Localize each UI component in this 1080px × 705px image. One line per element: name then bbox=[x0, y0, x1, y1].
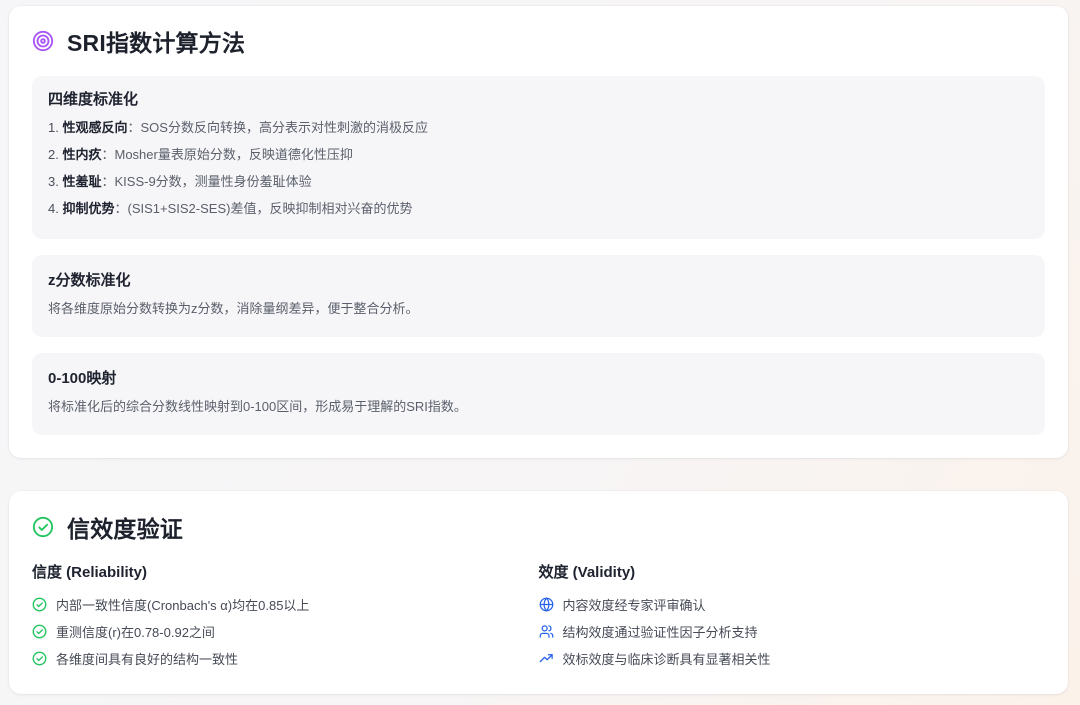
dimension-separator: ： bbox=[101, 174, 115, 189]
dimension-number: 2. bbox=[48, 147, 59, 162]
dimension-separator: ： bbox=[127, 120, 141, 135]
dimension-number: 3. bbox=[48, 174, 59, 189]
check-circle-icon bbox=[32, 597, 47, 612]
dimension-item: 3. 性羞耻：KISS-9分数，测量性身份羞耻体验 bbox=[48, 173, 1029, 191]
validation-card: 信效度验证 信度 (Reliability) 内部一致性信度(Cronbach'… bbox=[9, 491, 1068, 694]
reliability-item-text: 各维度间具有良好的结构一致性 bbox=[56, 651, 239, 667]
mapping-block: 0-100映射 将标准化后的综合分数线性映射到0-100区间，形成易于理解的SR… bbox=[32, 353, 1045, 435]
validity-item: 结构效度通过验证性因子分析支持 bbox=[539, 622, 1046, 640]
mapping-title: 0-100映射 bbox=[48, 370, 117, 387]
dimension-number: 1. bbox=[48, 120, 59, 135]
dimension-list: 1. 性观感反向：SOS分数反向转换，高分表示对性刺激的消极反应 2. 性内疚：… bbox=[48, 119, 1029, 218]
trending-up-icon bbox=[539, 651, 554, 666]
target-icon bbox=[32, 30, 54, 52]
reliability-item: 内部一致性信度(Cronbach's α)均在0.85以上 bbox=[32, 595, 539, 613]
dimension-name: 性观感反向 bbox=[62, 120, 128, 135]
validity-item: 内容效度经专家评审确认 bbox=[539, 595, 1046, 613]
dimension-description: SOS分数反向转换，高分表示对性刺激的消极反应 bbox=[140, 120, 428, 135]
check-circle-icon bbox=[32, 651, 47, 666]
zscore-title: z分数标准化 bbox=[48, 272, 131, 289]
check-circle-icon bbox=[32, 624, 47, 639]
zscore-block: z分数标准化 将各维度原始分数转换为z分数，消除量纲差异，便于整合分析。 bbox=[32, 255, 1045, 337]
sri-method-header: SRI指数计算方法 bbox=[32, 6, 1045, 76]
dimension-standardization-block: 四维度标准化 1. 性观感反向：SOS分数反向转换，高分表示对性刺激的消极反应 … bbox=[32, 76, 1045, 239]
validation-columns: 信度 (Reliability) 内部一致性信度(Cronbach's α)均在… bbox=[32, 563, 1045, 676]
reliability-title: 信度 (Reliability) bbox=[32, 564, 148, 581]
validity-item: 效标效度与临床诊断具有显著相关性 bbox=[539, 649, 1046, 667]
dimension-name: 抑制优势 bbox=[62, 201, 115, 216]
reliability-list: 内部一致性信度(Cronbach's α)均在0.85以上 重测信度(r)在0.… bbox=[32, 595, 539, 667]
sri-method-card: SRI指数计算方法 四维度标准化 1. 性观感反向：SOS分数反向转换，高分表示… bbox=[9, 6, 1068, 458]
reliability-item: 重测信度(r)在0.78-0.92之间 bbox=[32, 622, 539, 640]
validity-item-text: 结构效度通过验证性因子分析支持 bbox=[562, 624, 758, 640]
dimension-description: (SIS1+SIS2-SES)差值，反映抑制相对兴奋的优势 bbox=[127, 201, 413, 216]
mapping-text: 将标准化后的综合分数线性映射到0-100区间，形成易于理解的SRI指数。 bbox=[48, 399, 467, 414]
validity-item-text: 效标效度与临床诊断具有显著相关性 bbox=[562, 651, 771, 667]
validity-list: 内容效度经专家评审确认 结构效度通过验证性因子分析支持 效标效度与临床诊断具有显… bbox=[539, 595, 1046, 667]
reliability-item-text: 内部一致性信度(Cronbach's α)均在0.85以上 bbox=[56, 597, 310, 613]
validation-header: 信效度验证 bbox=[32, 491, 1045, 563]
dimension-item: 4. 抑制优势：(SIS1+SIS2-SES)差值，反映抑制相对兴奋的优势 bbox=[48, 200, 1029, 218]
dimension-description: Mosher量表原始分数，反映道德化性压抑 bbox=[114, 147, 353, 162]
validation-title: 信效度验证 bbox=[67, 516, 183, 542]
globe-icon bbox=[539, 597, 554, 612]
check-circle-icon bbox=[32, 516, 54, 538]
dimension-description: KISS-9分数，测量性身份羞耻体验 bbox=[114, 174, 312, 189]
reliability-item-text: 重测信度(r)在0.78-0.92之间 bbox=[56, 624, 215, 640]
validity-item-text: 内容效度经专家评审确认 bbox=[562, 597, 706, 613]
validity-column: 效度 (Validity) 内容效度经专家评审确认 结构效度通过验证性因子分析支… bbox=[539, 563, 1046, 676]
dimension-item: 2. 性内疚：Mosher量表原始分数，反映道德化性压抑 bbox=[48, 146, 1029, 164]
users-icon bbox=[539, 624, 554, 639]
reliability-column: 信度 (Reliability) 内部一致性信度(Cronbach's α)均在… bbox=[32, 563, 539, 676]
sri-method-title: SRI指数计算方法 bbox=[67, 30, 246, 56]
dimension-name: 性内疚 bbox=[62, 147, 102, 162]
dimension-number: 4. bbox=[48, 201, 59, 216]
reliability-item: 各维度间具有良好的结构一致性 bbox=[32, 649, 539, 667]
dimension-item: 1. 性观感反向：SOS分数反向转换，高分表示对性刺激的消极反应 bbox=[48, 119, 1029, 137]
zscore-text: 将各维度原始分数转换为z分数，消除量纲差异，便于整合分析。 bbox=[48, 301, 419, 316]
dimension-separator: ： bbox=[101, 147, 115, 162]
dimension-standardization-title: 四维度标准化 bbox=[48, 91, 139, 108]
dimension-name: 性羞耻 bbox=[62, 174, 102, 189]
dimension-separator: ： bbox=[114, 201, 128, 216]
validity-title: 效度 (Validity) bbox=[538, 564, 636, 581]
